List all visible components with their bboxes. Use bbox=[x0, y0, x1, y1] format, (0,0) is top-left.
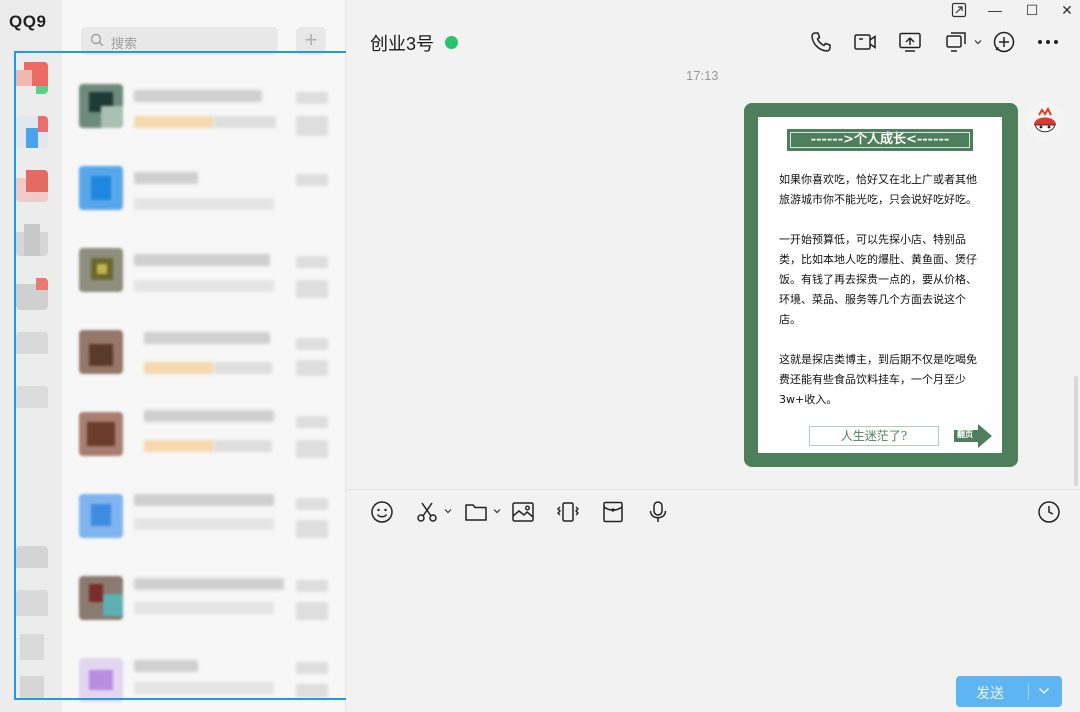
card-paragraph: 一开始预算低，可以先探小店、特别品类，比如本地人吃的爆肚、黄鱼面、煲仔饭。有钱了… bbox=[779, 233, 977, 326]
avatar bbox=[79, 576, 123, 620]
message-timestamp: 17:13 bbox=[686, 68, 719, 83]
phone-icon[interactable] bbox=[809, 30, 833, 54]
image-icon[interactable] bbox=[511, 500, 535, 524]
chevron-down-icon[interactable] bbox=[1038, 686, 1050, 696]
avatar bbox=[79, 330, 123, 374]
avatar bbox=[79, 248, 123, 292]
search-icon bbox=[90, 33, 104, 47]
avatar bbox=[79, 166, 123, 210]
list-item[interactable] bbox=[62, 486, 346, 568]
avatar[interactable] bbox=[1026, 103, 1064, 141]
rail-item-7[interactable] bbox=[16, 386, 48, 418]
rail-item-2[interactable] bbox=[16, 116, 48, 148]
send-separator bbox=[1028, 683, 1029, 700]
pin-button[interactable] bbox=[944, 0, 974, 22]
next-page-label: 翻页 bbox=[957, 430, 973, 439]
list-item[interactable] bbox=[62, 650, 346, 712]
search-input[interactable]: 搜索 bbox=[81, 27, 278, 55]
search-placeholder: 搜索 bbox=[111, 36, 138, 51]
list-item[interactable] bbox=[62, 322, 346, 404]
folder-icon[interactable] bbox=[464, 500, 488, 524]
input-divider bbox=[346, 489, 1080, 490]
avatar bbox=[79, 494, 123, 538]
chevron-down-icon[interactable] bbox=[974, 38, 982, 46]
avatar bbox=[79, 412, 123, 456]
cartoon-avatar-icon bbox=[1026, 103, 1064, 141]
list-item[interactable] bbox=[62, 158, 346, 240]
card-body: 如果你喜欢吃，恰好又在北上广或者其他旅游城市你不能光吃，只会说好吃好吃。 一开始… bbox=[779, 170, 983, 430]
next-page-arrow: 翻页 bbox=[954, 424, 992, 448]
add-member-icon[interactable] bbox=[992, 30, 1016, 54]
conversation-list: 搜索 + bbox=[62, 0, 346, 712]
history-icon[interactable] bbox=[1037, 500, 1061, 524]
maximize-button[interactable]: ☐ bbox=[1017, 0, 1047, 22]
add-button[interactable]: + bbox=[296, 27, 326, 55]
card-paragraph: 如果你喜欢吃，恰好又在北上广或者其他旅游城市你不能光吃，只会说好吃好吃。 bbox=[779, 173, 977, 206]
microphone-icon[interactable] bbox=[646, 500, 670, 524]
avatar bbox=[79, 84, 123, 128]
list-item[interactable] bbox=[62, 76, 346, 158]
rail-item-1[interactable] bbox=[16, 62, 48, 94]
card-title: ------>个人成长<------ bbox=[787, 129, 973, 151]
send-label: 发送 bbox=[976, 685, 1004, 701]
rail-item-5[interactable] bbox=[16, 278, 48, 310]
message-card: ------>个人成长<------ 如果你喜欢吃，恰好又在北上广或者其他旅游城… bbox=[758, 117, 1002, 453]
chevron-down-icon[interactable] bbox=[444, 507, 452, 515]
more-icon[interactable] bbox=[1036, 30, 1060, 54]
message-bubble[interactable]: ------>个人成长<------ 如果你喜欢吃，恰好又在北上广或者其他旅游城… bbox=[744, 103, 1018, 467]
list-item[interactable] bbox=[62, 568, 346, 650]
avatar bbox=[79, 658, 123, 702]
chat-panel: — ☐ ✕ 创业3号 17:13 ------>个人成长<------ 如果你喜… bbox=[346, 0, 1080, 712]
card-footer-text: 人生迷茫了? bbox=[809, 426, 939, 446]
rail-item-8[interactable] bbox=[16, 546, 48, 578]
nav-rail: QQ9 bbox=[0, 0, 62, 712]
rail-item-9[interactable] bbox=[16, 590, 48, 622]
scissors-icon[interactable] bbox=[415, 500, 439, 524]
rail-item-4[interactable] bbox=[16, 224, 48, 256]
screen-share-icon[interactable] bbox=[898, 30, 922, 54]
minimize-button[interactable]: — bbox=[980, 0, 1010, 22]
card-paragraph: 这就是探店类博主，到后期不仅是吃喝免费还能有些食品饮料挂车，一个月至少3w+收入… bbox=[779, 353, 977, 406]
pin-icon bbox=[951, 2, 967, 18]
close-button[interactable]: ✕ bbox=[1052, 0, 1080, 22]
emoji-icon[interactable] bbox=[370, 500, 394, 524]
shake-icon[interactable] bbox=[556, 500, 580, 524]
chat-scrollbar[interactable] bbox=[1074, 376, 1078, 486]
online-status-dot bbox=[445, 36, 458, 49]
remote-assist-icon[interactable] bbox=[944, 30, 968, 54]
rail-item-11[interactable] bbox=[16, 676, 48, 708]
rail-item-10[interactable] bbox=[16, 634, 48, 666]
list-item[interactable] bbox=[62, 404, 346, 486]
chevron-down-icon[interactable] bbox=[493, 507, 501, 515]
rail-item-6[interactable] bbox=[16, 332, 48, 364]
app-logo: QQ9 bbox=[9, 12, 47, 31]
red-packet-icon[interactable] bbox=[601, 500, 625, 524]
send-button[interactable]: 发送 bbox=[956, 676, 1062, 707]
video-call-icon[interactable] bbox=[853, 30, 877, 54]
rail-item-3[interactable] bbox=[16, 170, 48, 202]
list-item[interactable] bbox=[62, 240, 346, 322]
chat-title: 创业3号 bbox=[370, 34, 435, 54]
